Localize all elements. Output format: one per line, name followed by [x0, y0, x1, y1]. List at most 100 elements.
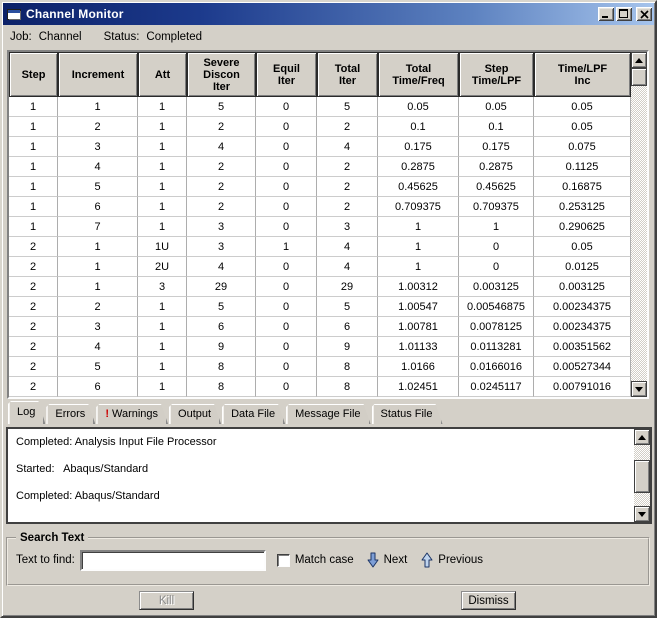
tab-warnings[interactable]: ! Warnings [96, 404, 168, 424]
table-row: 2 1 2U 4 0 4 1 0 0.0125 [9, 257, 631, 277]
table-cell: 5 [317, 97, 378, 117]
table-cell: 6 [317, 317, 378, 337]
tab-output[interactable]: Output [169, 404, 221, 424]
table-cell: 0 [256, 97, 317, 117]
table-cell: 2 [317, 197, 378, 217]
iteration-table: Step Increment Att Severe Discon Iter Equil … [7, 50, 649, 399]
table-cell: 8 [187, 377, 256, 397]
table-cell: 2 [58, 117, 138, 137]
table-cell: 0.00791016 [534, 377, 631, 397]
log-scroll-up-button[interactable] [634, 429, 650, 445]
table-cell: 1 [378, 257, 459, 277]
table-scroll-up-button[interactable] [631, 52, 647, 68]
log-scroll-down-button[interactable] [634, 506, 650, 522]
previous-button[interactable]: Previous [421, 552, 483, 568]
log-scrollbar[interactable] [634, 429, 650, 522]
tab-status-file[interactable]: Status File [372, 404, 443, 424]
tab-label: Log [17, 406, 36, 418]
table-cell: 0.290625 [534, 217, 631, 237]
table-scroll-thumb[interactable] [631, 68, 647, 86]
table-cell: 3 [138, 277, 187, 297]
table-cell: 1 [138, 357, 187, 377]
table-cell: 1 [138, 317, 187, 337]
table-cell: 0.0245117 [459, 377, 534, 397]
log-scroll-thumb[interactable] [634, 460, 650, 493]
log-panel[interactable]: Completed: Analysis Input File Processor… [6, 427, 652, 524]
table-cell: 1 [138, 197, 187, 217]
minimize-button[interactable] [598, 7, 614, 21]
table-cell: 1 [378, 217, 459, 237]
kill-button[interactable]: Kill [139, 591, 194, 610]
table-cell: 0 [256, 117, 317, 137]
table-cell: 2 [9, 257, 58, 277]
table-cell: 2 [9, 337, 58, 357]
channel-monitor-window: Channel Monitor Job: Channel Status: Com… [0, 0, 657, 618]
table-cell: 29 [317, 277, 378, 297]
titlebar-buttons [598, 7, 652, 21]
table-cell: 0.0113281 [459, 337, 534, 357]
column-header: Time/LPF Inc [534, 52, 631, 97]
match-case-checkbox[interactable] [276, 553, 290, 567]
warning-icon: ! [105, 407, 109, 420]
table-cell: 5 [187, 97, 256, 117]
table-cell: 0.00546875 [459, 297, 534, 317]
table-cell: 0.00234375 [534, 317, 631, 337]
table-cell: 1 [138, 337, 187, 357]
table-scroll-track[interactable] [631, 68, 647, 381]
dismiss-button[interactable]: Dismiss [461, 591, 516, 610]
table-cell: 0.175 [378, 137, 459, 157]
next-button[interactable]: Next [367, 552, 407, 568]
table-cell: 6 [187, 317, 256, 337]
table-row: 2 4 1 9 0 9 1.01133 0.0113281 0.00351562 [9, 337, 631, 357]
log-scroll-track[interactable] [634, 445, 650, 506]
table-cell: 0 [256, 297, 317, 317]
search-input[interactable] [79, 549, 266, 571]
table-cell: 5 [58, 177, 138, 197]
log-text: Completed: Analysis Input File Processor… [16, 436, 217, 502]
close-button[interactable] [636, 7, 652, 21]
table-cell: 1 [378, 237, 459, 257]
table-cell: 1.02451 [378, 377, 459, 397]
table-row: 2 1 3 29 0 29 1.00312 0.003125 0.003125 [9, 277, 631, 297]
table-cell: 1 [138, 97, 187, 117]
table-cell: 0 [256, 217, 317, 237]
table-cell: 0.05 [534, 97, 631, 117]
status-label: Status: [103, 31, 140, 43]
table-row: 1 1 1 5 0 5 0.05 0.05 0.05 [9, 97, 631, 117]
table-row: 1 4 1 2 0 2 0.2875 0.2875 0.1125 [9, 157, 631, 177]
table-scrollbar[interactable] [631, 52, 647, 397]
tab-data-file[interactable]: Data File [222, 404, 285, 424]
table-cell: 1 [9, 137, 58, 157]
maximize-button[interactable] [616, 7, 632, 21]
table-row: 1 7 1 3 0 3 1 1 0.290625 [9, 217, 631, 237]
table-cell: 0.45625 [459, 177, 534, 197]
table-row: 1 5 1 2 0 2 0.45625 0.45625 0.16875 [9, 177, 631, 197]
tab-message-file[interactable]: Message File [286, 404, 370, 424]
table-scroll-down-button[interactable] [631, 381, 647, 397]
column-header: Severe Discon Iter [187, 52, 256, 97]
table-cell: 0.075 [534, 137, 631, 157]
tab-log[interactable]: Log [8, 401, 45, 424]
app-window-icon [6, 8, 22, 21]
up-arrow-icon [421, 552, 433, 568]
table-cell: 0.709375 [378, 197, 459, 217]
table-cell: 1 [58, 97, 138, 117]
table-cell: 3 [187, 217, 256, 237]
table-cell: 0.003125 [459, 277, 534, 297]
table-cell: 0.05 [378, 97, 459, 117]
down-arrow-icon [367, 552, 379, 568]
table-cell: 1 [138, 137, 187, 157]
table-cell: 1.0166 [378, 357, 459, 377]
table-cell: 4 [187, 137, 256, 157]
search-group-legend: Search Text [20, 532, 85, 544]
tab-errors[interactable]: Errors [46, 404, 95, 424]
table-cell: 1.01133 [378, 337, 459, 357]
titlebar[interactable]: Channel Monitor [3, 3, 654, 25]
up-triangle-icon [635, 57, 643, 63]
table-cell: 2 [187, 117, 256, 137]
table-cell: 0 [256, 257, 317, 277]
table-cell: 1.00781 [378, 317, 459, 337]
table-cell: 4 [58, 337, 138, 357]
table-cell: 1 [9, 217, 58, 237]
table-cell: 0.003125 [534, 277, 631, 297]
